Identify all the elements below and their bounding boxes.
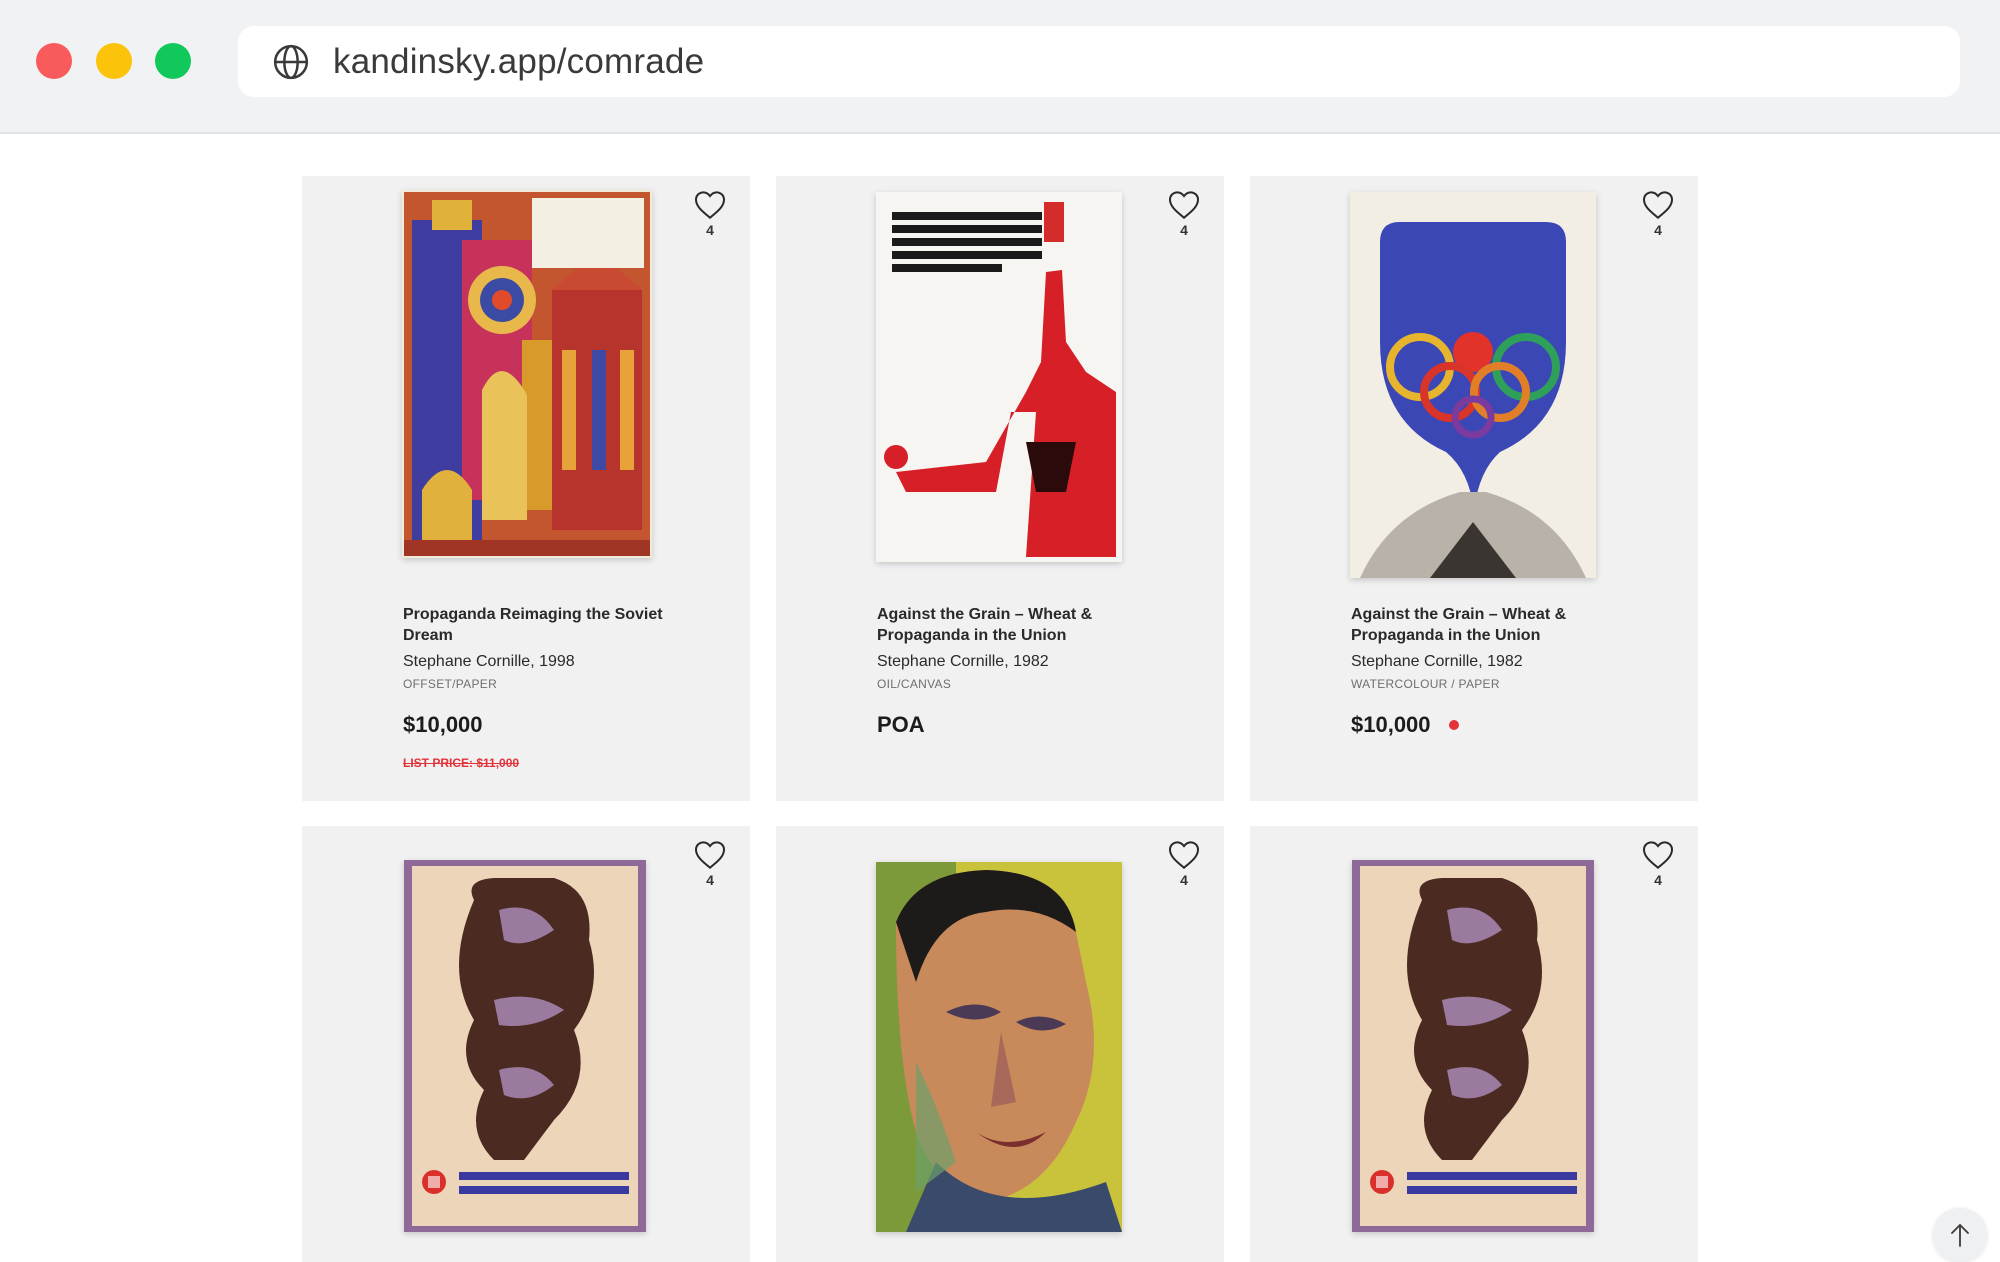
- artwork-card[interactable]: 4: [776, 826, 1224, 1262]
- artwork-title[interactable]: Propaganda Reimaging the Soviet Dream: [403, 604, 683, 646]
- price-value: $10,000: [403, 712, 483, 737]
- favorite-count: 4: [1180, 872, 1188, 888]
- artwork-grid: 4 Propaganda Reimaging the Soviet Dream …: [0, 134, 2000, 1262]
- window-close-button[interactable]: [36, 43, 72, 79]
- favorite-button[interactable]: 4: [1164, 190, 1204, 238]
- artwork-list-price: LIST PRICE: $11,000: [403, 756, 520, 770]
- artwork-image[interactable]: [402, 190, 652, 558]
- favorite-count: 4: [706, 872, 714, 888]
- artwork-medium: OIL/CANVAS: [877, 677, 952, 691]
- heart-outline-icon: [1642, 191, 1674, 219]
- window-minimize-button[interactable]: [96, 43, 132, 79]
- price-value: $10,000: [1351, 712, 1431, 737]
- artwork-card[interactable]: 4: [302, 826, 750, 1262]
- artwork-price: $10,000: [1351, 712, 1631, 738]
- artwork-image[interactable]: [876, 862, 1122, 1232]
- heart-outline-icon: [694, 191, 726, 219]
- artwork-title[interactable]: Against the Grain – Wheat & Propaganda i…: [877, 604, 1157, 646]
- availability-dot-icon: [1448, 720, 1459, 730]
- browser-chrome: kandinsky.app/comrade: [0, 0, 2000, 134]
- artwork-image[interactable]: [876, 192, 1122, 562]
- artwork-info: Against the Grain – Wheat & Propaganda i…: [877, 604, 1157, 738]
- artwork-info: Propaganda Reimaging the Soviet Dream St…: [403, 604, 683, 770]
- address-bar[interactable]: kandinsky.app/comrade: [238, 26, 1960, 97]
- artwork-image[interactable]: [1350, 192, 1596, 578]
- artwork-card[interactable]: 4 Against the Grain – Wheat & Propaganda…: [776, 176, 1224, 801]
- artwork-image[interactable]: [404, 860, 646, 1232]
- artwork-artist: Stephane Cornille, 1982: [1351, 653, 1523, 670]
- price-value: POA: [877, 712, 925, 737]
- artwork-medium: OFFSET/PAPER: [403, 677, 498, 691]
- artwork-info: Against the Grain – Wheat & Propaganda i…: [1351, 604, 1631, 738]
- artwork-medium: WATERCOLOUR / PAPER: [1351, 677, 1500, 691]
- favorite-button[interactable]: 4: [1164, 840, 1204, 888]
- artwork-price: $10,000: [403, 712, 683, 738]
- artwork-image[interactable]: [1352, 860, 1594, 1232]
- heart-outline-icon: [1642, 841, 1674, 869]
- favorite-count: 4: [1180, 222, 1188, 238]
- address-url: kandinsky.app/comrade: [333, 42, 705, 81]
- artwork-artist: Stephane Cornille, 1982: [877, 653, 1049, 670]
- scroll-to-top-button[interactable]: [1933, 1208, 1987, 1262]
- heart-outline-icon: [1168, 841, 1200, 869]
- globe-icon: [273, 44, 309, 80]
- artwork-price: POA: [877, 712, 1157, 738]
- artwork-card[interactable]: 4: [302, 176, 750, 801]
- heart-outline-icon: [1168, 191, 1200, 219]
- artwork-card[interactable]: 4 Against the Grain – Wheat & Propaganda…: [1250, 176, 1698, 801]
- artwork-artist: Stephane Cornille, 1998: [403, 653, 575, 670]
- favorite-button[interactable]: 4: [1638, 190, 1678, 238]
- favorite-count: 4: [1654, 222, 1662, 238]
- favorite-button[interactable]: 4: [690, 190, 730, 238]
- arrow-up-icon: [1951, 1224, 1969, 1247]
- artwork-card[interactable]: 4: [1250, 826, 1698, 1262]
- favorite-count: 4: [1654, 872, 1662, 888]
- favorite-count: 4: [706, 222, 714, 238]
- favorite-button[interactable]: 4: [690, 840, 730, 888]
- window-maximize-button[interactable]: [155, 43, 191, 79]
- favorite-button[interactable]: 4: [1638, 840, 1678, 888]
- heart-outline-icon: [694, 841, 726, 869]
- artwork-title[interactable]: Against the Grain – Wheat & Propaganda i…: [1351, 604, 1631, 646]
